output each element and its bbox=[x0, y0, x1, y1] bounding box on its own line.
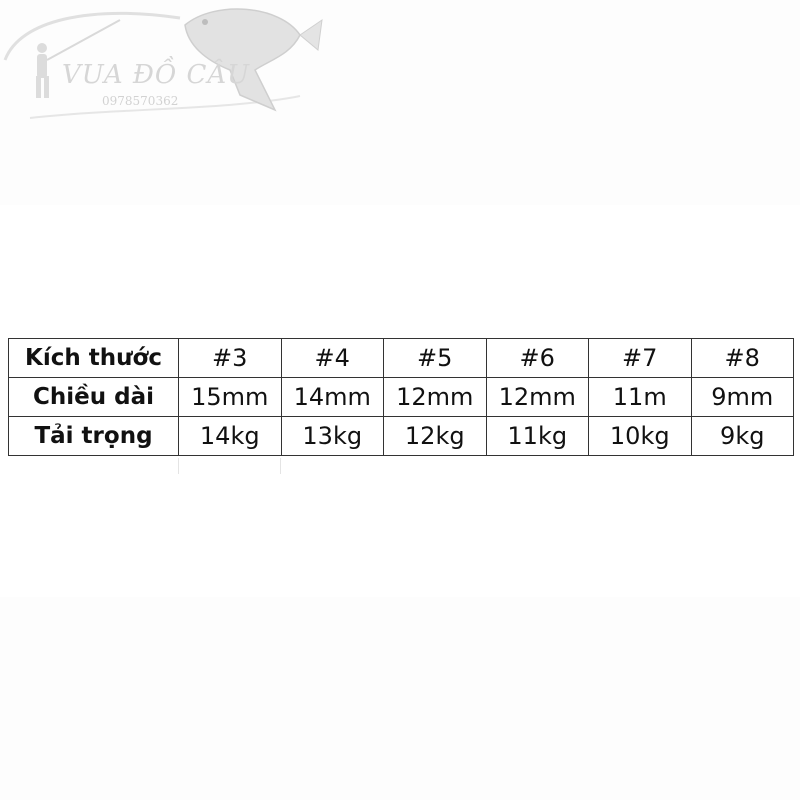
table-cell: 11kg bbox=[485, 416, 589, 456]
watermark-logo: VUA ĐỒ CÂU 0978570362 bbox=[0, 0, 330, 125]
table-cell: 13kg bbox=[280, 416, 384, 456]
watermark-phone-text: 0978570362 bbox=[102, 94, 179, 108]
table-cell: 9mm bbox=[690, 377, 794, 417]
table-cell: #4 bbox=[280, 338, 384, 378]
table-cell: #7 bbox=[588, 338, 692, 378]
table-cell: 11m bbox=[588, 377, 692, 417]
table-cell: 9kg bbox=[690, 416, 794, 456]
table-row-load: Tải trọng 14kg 13kg 12kg 11kg 10kg 9kg bbox=[8, 416, 794, 456]
table-cell: #5 bbox=[383, 338, 487, 378]
faint-gridline bbox=[280, 458, 281, 474]
table-cell: #6 bbox=[485, 338, 589, 378]
spec-table: Kích thước #3 #4 #5 #6 #7 #8 Chiều dài 1… bbox=[8, 338, 794, 456]
row-header-size: Kích thước bbox=[8, 338, 179, 378]
row-header-length: Chiều dài bbox=[8, 377, 179, 417]
table-row-length: Chiều dài 15mm 14mm 12mm 12mm 11m 9mm bbox=[8, 377, 794, 417]
table-cell: #8 bbox=[690, 338, 794, 378]
table-cell: #3 bbox=[178, 338, 282, 378]
bottom-background-band bbox=[0, 597, 800, 800]
watermark-brand-text: VUA ĐỒ CÂU bbox=[62, 60, 251, 90]
row-header-load: Tải trọng bbox=[8, 416, 179, 456]
table-cell: 12mm bbox=[383, 377, 487, 417]
table-cell: 12mm bbox=[485, 377, 589, 417]
faint-gridline bbox=[178, 458, 179, 474]
table-cell: 10kg bbox=[588, 416, 692, 456]
table-cell: 14mm bbox=[280, 377, 384, 417]
table-cell: 12kg bbox=[383, 416, 487, 456]
table-cell: 14kg bbox=[178, 416, 282, 456]
table-row-size: Kích thước #3 #4 #5 #6 #7 #8 bbox=[8, 338, 794, 378]
table-cell: 15mm bbox=[178, 377, 282, 417]
